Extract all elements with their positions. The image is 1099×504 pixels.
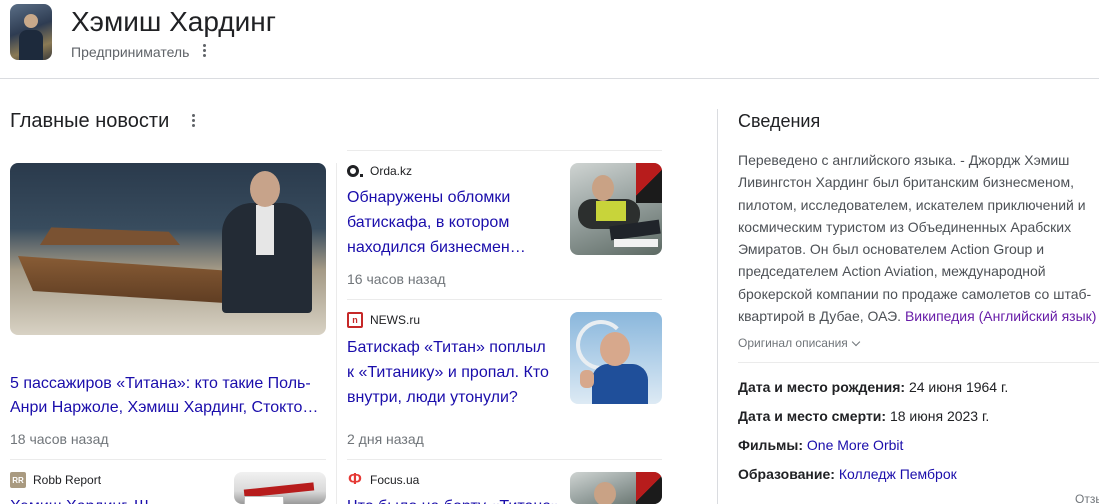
fact-birth: Дата и место рождения: 24 июня 1964 г. xyxy=(738,379,1008,395)
fact-value: 24 июня 1964 г. xyxy=(908,379,1009,395)
story-source-name: NEWS.ru xyxy=(370,313,421,327)
fact-education: Образование: Колледж Пемброк xyxy=(738,466,957,482)
featured-story-time: 18 часов назад xyxy=(10,431,109,447)
top-stories-heading: Главные новости xyxy=(10,110,170,132)
story-source: Orda.kz xyxy=(347,163,412,179)
description-text: Переведено с английского языка. - Джордж… xyxy=(738,152,1092,325)
fact-link[interactable]: Колледж Пемброк xyxy=(839,466,957,482)
featured-story-title[interactable]: 5 пассажиров «Титана»: кто такие Поль-Ан… xyxy=(10,372,326,420)
story-time: 2 дня назад xyxy=(347,431,424,447)
fact-label: Дата и место смерти: xyxy=(738,408,887,424)
news-divider xyxy=(10,459,326,460)
original-description-label: Оригинал описания xyxy=(738,336,848,350)
story-source-name: Orda.kz xyxy=(370,164,413,178)
story-time: 16 часов назад xyxy=(347,271,446,287)
wikipedia-link[interactable]: Википедия (Английский язык) xyxy=(905,308,1096,324)
story-source: Ф Focus.ua xyxy=(347,471,420,488)
news-divider xyxy=(347,150,662,151)
more-options-icon[interactable] xyxy=(203,44,207,57)
story-title[interactable]: Хэмиш Хардинг. Ш xyxy=(10,494,220,504)
fact-label: Фильмы: xyxy=(738,437,804,453)
story-title[interactable]: Обнаружены обломки батискафа, в котором … xyxy=(347,185,557,260)
fact-death: Дата и место смерти: 18 июня 2023 г. xyxy=(738,408,989,424)
knowledge-panel-description: Переведено с английского языка. - Джордж… xyxy=(738,149,1099,327)
knowledge-panel-divider xyxy=(738,362,1099,363)
story-source: RR Robb Report xyxy=(10,472,101,488)
fact-label: Образование: xyxy=(738,466,835,482)
original-description-toggle[interactable]: Оригинал описания xyxy=(738,336,861,350)
entity-avatar[interactable] xyxy=(10,4,52,60)
fact-films: Фильмы: One More Orbit xyxy=(738,437,903,453)
news-ru-favicon-icon: n xyxy=(347,312,363,328)
story-thumbnail[interactable] xyxy=(570,312,662,404)
top-stories-more-icon[interactable] xyxy=(192,114,196,127)
focus-ua-favicon-icon: Ф xyxy=(348,471,362,488)
story-title[interactable]: Что было на борту «Титана» xyxy=(347,494,557,504)
news-column-divider xyxy=(336,163,337,504)
chevron-down-icon xyxy=(851,337,861,347)
entity-title: Хэмиш Хардинг xyxy=(71,6,276,37)
story-source-name: Robb Report xyxy=(33,473,102,487)
orda-favicon-icon xyxy=(347,163,363,179)
knowledge-panel-divider xyxy=(717,109,718,504)
fact-label: Дата и место рождения: xyxy=(738,379,906,395)
feedback-link[interactable]: Отзывы xyxy=(1075,492,1099,504)
news-divider xyxy=(347,299,662,300)
robb-report-favicon-icon: RR xyxy=(10,472,26,488)
story-source: n NEWS.ru xyxy=(347,312,420,328)
knowledge-panel-heading: Сведения xyxy=(738,111,821,131)
entity-subtitle: Предприниматель xyxy=(71,44,190,60)
featured-story-image[interactable] xyxy=(10,163,326,335)
story-thumbnail[interactable] xyxy=(570,163,662,255)
story-thumbnail[interactable] xyxy=(570,472,662,504)
fact-link[interactable]: One More Orbit xyxy=(807,437,903,453)
story-source-name: Focus.ua xyxy=(370,473,420,487)
entity-header: Хэмиш Хардинг Предприниматель xyxy=(0,0,1099,79)
story-title[interactable]: Батискаф «Титан» поплыл к «Титанику» и п… xyxy=(347,335,557,410)
news-divider xyxy=(347,459,662,460)
story-thumbnail[interactable] xyxy=(234,472,326,504)
fact-value: 18 июня 2023 г. xyxy=(889,408,990,424)
